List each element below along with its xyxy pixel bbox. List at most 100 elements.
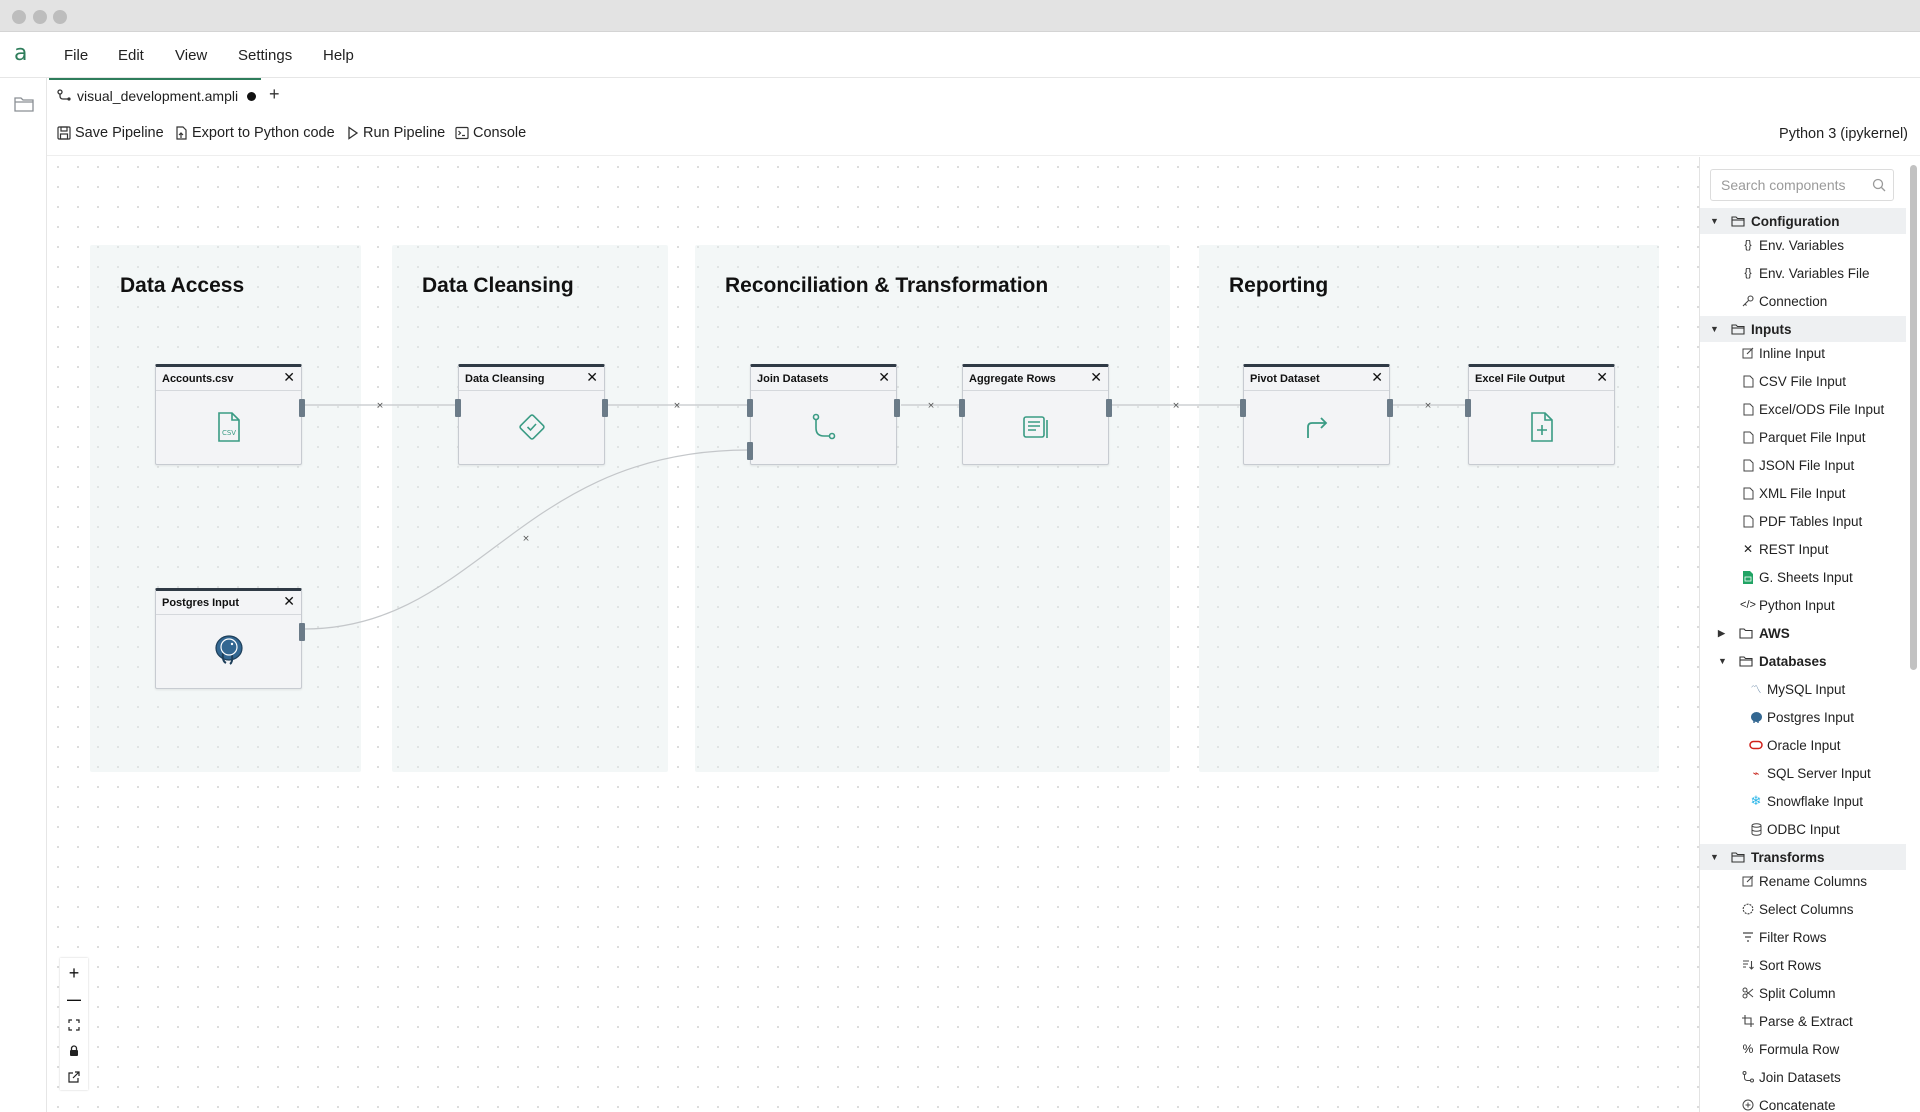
component-inline-input[interactable]: Inline Input bbox=[1700, 340, 1906, 366]
component-label: Concatenate bbox=[1759, 1097, 1836, 1112]
kernel-status[interactable]: Python 3 (ipykernel) bbox=[1779, 126, 1908, 142]
component-parse-extract[interactable]: Parse & Extract bbox=[1700, 1008, 1906, 1034]
menu-edit[interactable]: Edit bbox=[118, 47, 144, 64]
component-odbc-input[interactable]: ODBC Input bbox=[1700, 816, 1906, 842]
component-postgres-input[interactable]: Postgres Input bbox=[1700, 704, 1906, 730]
component-parquet-file-input[interactable]: Parquet File Input bbox=[1700, 424, 1906, 450]
zoom-in-button[interactable]: + bbox=[60, 960, 88, 986]
node-close-button[interactable]: ✕ bbox=[586, 369, 598, 386]
component-label: ODBC Input bbox=[1767, 821, 1840, 837]
component-mysql-input[interactable]: 〽 MySQL Input bbox=[1700, 676, 1906, 702]
console-button[interactable]: Console bbox=[455, 125, 526, 141]
open-external-button[interactable] bbox=[60, 1064, 88, 1090]
component-oracle-input[interactable]: Oracle Input bbox=[1700, 732, 1906, 758]
pipeline-canvas[interactable]: Data Access Data Cleansing Reconciliatio… bbox=[48, 157, 1699, 1112]
diamond-check-icon bbox=[517, 412, 547, 447]
menu-settings[interactable]: Settings bbox=[238, 47, 292, 64]
component-filter-rows[interactable]: Filter Rows bbox=[1700, 924, 1906, 950]
component-excel-ods-file-input[interactable]: Excel/ODS File Input bbox=[1700, 396, 1906, 422]
node-join-datasets[interactable]: Join Datasets ✕ bbox=[747, 364, 900, 465]
node-close-button[interactable]: ✕ bbox=[1090, 369, 1102, 386]
postgres-elephant-icon bbox=[212, 633, 246, 672]
component-snowflake-input[interactable]: ❄ Snowflake Input bbox=[1700, 788, 1906, 814]
component-python-input[interactable]: </> Python Input bbox=[1700, 592, 1906, 618]
node-close-button[interactable]: ✕ bbox=[283, 369, 295, 386]
menu-help[interactable]: Help bbox=[323, 47, 354, 64]
component-env-variables-file[interactable]: {} Env. Variables File bbox=[1700, 260, 1906, 286]
folder-icon[interactable] bbox=[14, 96, 34, 117]
node-close-button[interactable]: ✕ bbox=[878, 369, 890, 386]
export-python-button[interactable]: Export to Python code bbox=[174, 125, 335, 141]
collapsed-arrow-icon: ▶ bbox=[1718, 627, 1725, 638]
node-data-cleansing[interactable]: Data Cleansing ✕ bbox=[455, 364, 608, 465]
component-sort-rows[interactable]: Sort Rows bbox=[1700, 952, 1906, 978]
add-tab-button[interactable]: + bbox=[269, 84, 280, 105]
output-port[interactable] bbox=[602, 399, 608, 417]
node-postgres-input[interactable]: Postgres Input ✕ bbox=[155, 588, 305, 689]
component-xml-file-input[interactable]: XML File Input bbox=[1700, 480, 1906, 506]
node-close-button[interactable]: ✕ bbox=[283, 593, 295, 610]
output-port[interactable] bbox=[299, 623, 305, 641]
menu-view[interactable]: View bbox=[175, 47, 207, 64]
sidebar-scrollbar[interactable] bbox=[1910, 165, 1917, 670]
lock-button[interactable] bbox=[60, 1038, 88, 1064]
save-pipeline-button[interactable]: Save Pipeline bbox=[57, 125, 164, 141]
output-port[interactable] bbox=[1106, 399, 1112, 417]
output-port[interactable] bbox=[1387, 399, 1393, 417]
component-csv-file-input[interactable]: CSV File Input bbox=[1700, 368, 1906, 394]
component-json-file-input[interactable]: JSON File Input bbox=[1700, 452, 1906, 478]
component-g-sheets-input[interactable]: G. Sheets Input bbox=[1700, 564, 1906, 590]
file-icon bbox=[1740, 457, 1756, 473]
category-databases[interactable]: ▼ Databases bbox=[1700, 648, 1906, 674]
component-env-variables[interactable]: {} Env. Variables bbox=[1700, 232, 1906, 258]
output-port[interactable] bbox=[894, 399, 900, 417]
node-close-button[interactable]: ✕ bbox=[1371, 369, 1383, 386]
fit-view-button[interactable] bbox=[60, 1012, 88, 1038]
close-window-button[interactable] bbox=[12, 10, 26, 24]
category-transforms[interactable]: ▼ Transforms bbox=[1700, 844, 1906, 870]
component-join-datasets[interactable]: Join Datasets bbox=[1700, 1064, 1906, 1090]
component-label: Snowflake Input bbox=[1767, 793, 1864, 809]
node-pivot-dataset[interactable]: Pivot Dataset ✕ bbox=[1240, 364, 1393, 465]
input-port[interactable] bbox=[959, 399, 965, 417]
console-label: Console bbox=[473, 125, 527, 141]
node-close-button[interactable]: ✕ bbox=[1596, 369, 1608, 386]
category-aws[interactable]: ▶ AWS bbox=[1700, 620, 1906, 646]
search-components-input[interactable] bbox=[1710, 169, 1894, 201]
input-port[interactable] bbox=[747, 399, 753, 417]
component-split-column[interactable]: Split Column bbox=[1700, 980, 1906, 1006]
edge-delete-marker: × bbox=[376, 401, 384, 411]
plus-circle-icon bbox=[1740, 1097, 1756, 1112]
menu-file[interactable]: File bbox=[64, 47, 88, 64]
node-aggregate-rows[interactable]: Aggregate Rows ✕ bbox=[959, 364, 1112, 465]
component-connection[interactable]: Connection bbox=[1700, 288, 1906, 314]
file-icon bbox=[1740, 513, 1756, 529]
snowflake-icon: ❄ bbox=[1750, 793, 1762, 808]
mysql-icon: 〽 bbox=[1750, 684, 1762, 696]
tab-visual-development[interactable]: visual_development.ampli bbox=[49, 78, 261, 112]
input-port[interactable] bbox=[455, 399, 461, 417]
category-label: AWS bbox=[1759, 625, 1790, 641]
open-folder-icon bbox=[1738, 653, 1754, 669]
component-rename-columns[interactable]: Rename Columns bbox=[1700, 868, 1906, 894]
input-port[interactable] bbox=[747, 442, 753, 460]
component-formula-row[interactable]: % Formula Row bbox=[1700, 1036, 1906, 1062]
zoom-out-button[interactable]: — bbox=[60, 986, 88, 1012]
node-accounts-csv[interactable]: Accounts.csv ✕ CSV bbox=[155, 364, 305, 465]
component-sql-server-input[interactable]: ⌁ SQL Server Input bbox=[1700, 760, 1906, 786]
component-label: XML File Input bbox=[1759, 485, 1846, 501]
category-configuration[interactable]: ▼ Configuration bbox=[1700, 208, 1906, 234]
output-port[interactable] bbox=[299, 399, 305, 417]
component-select-columns[interactable]: Select Columns bbox=[1700, 896, 1906, 922]
component-concatenate[interactable]: Concatenate bbox=[1700, 1092, 1906, 1112]
component-rest-input[interactable]: ✕ REST Input bbox=[1700, 536, 1906, 562]
input-port[interactable] bbox=[1240, 399, 1246, 417]
node-excel-file-output[interactable]: Excel File Output ✕ bbox=[1465, 364, 1615, 465]
run-pipeline-button[interactable]: Run Pipeline bbox=[347, 125, 445, 141]
maximize-window-button[interactable] bbox=[53, 10, 67, 24]
input-port[interactable] bbox=[1465, 399, 1471, 417]
unsaved-indicator bbox=[247, 91, 256, 101]
minimize-window-button[interactable] bbox=[33, 10, 47, 24]
component-pdf-tables-input[interactable]: PDF Tables Input bbox=[1700, 508, 1906, 534]
category-inputs[interactable]: ▼ Inputs bbox=[1700, 316, 1906, 342]
